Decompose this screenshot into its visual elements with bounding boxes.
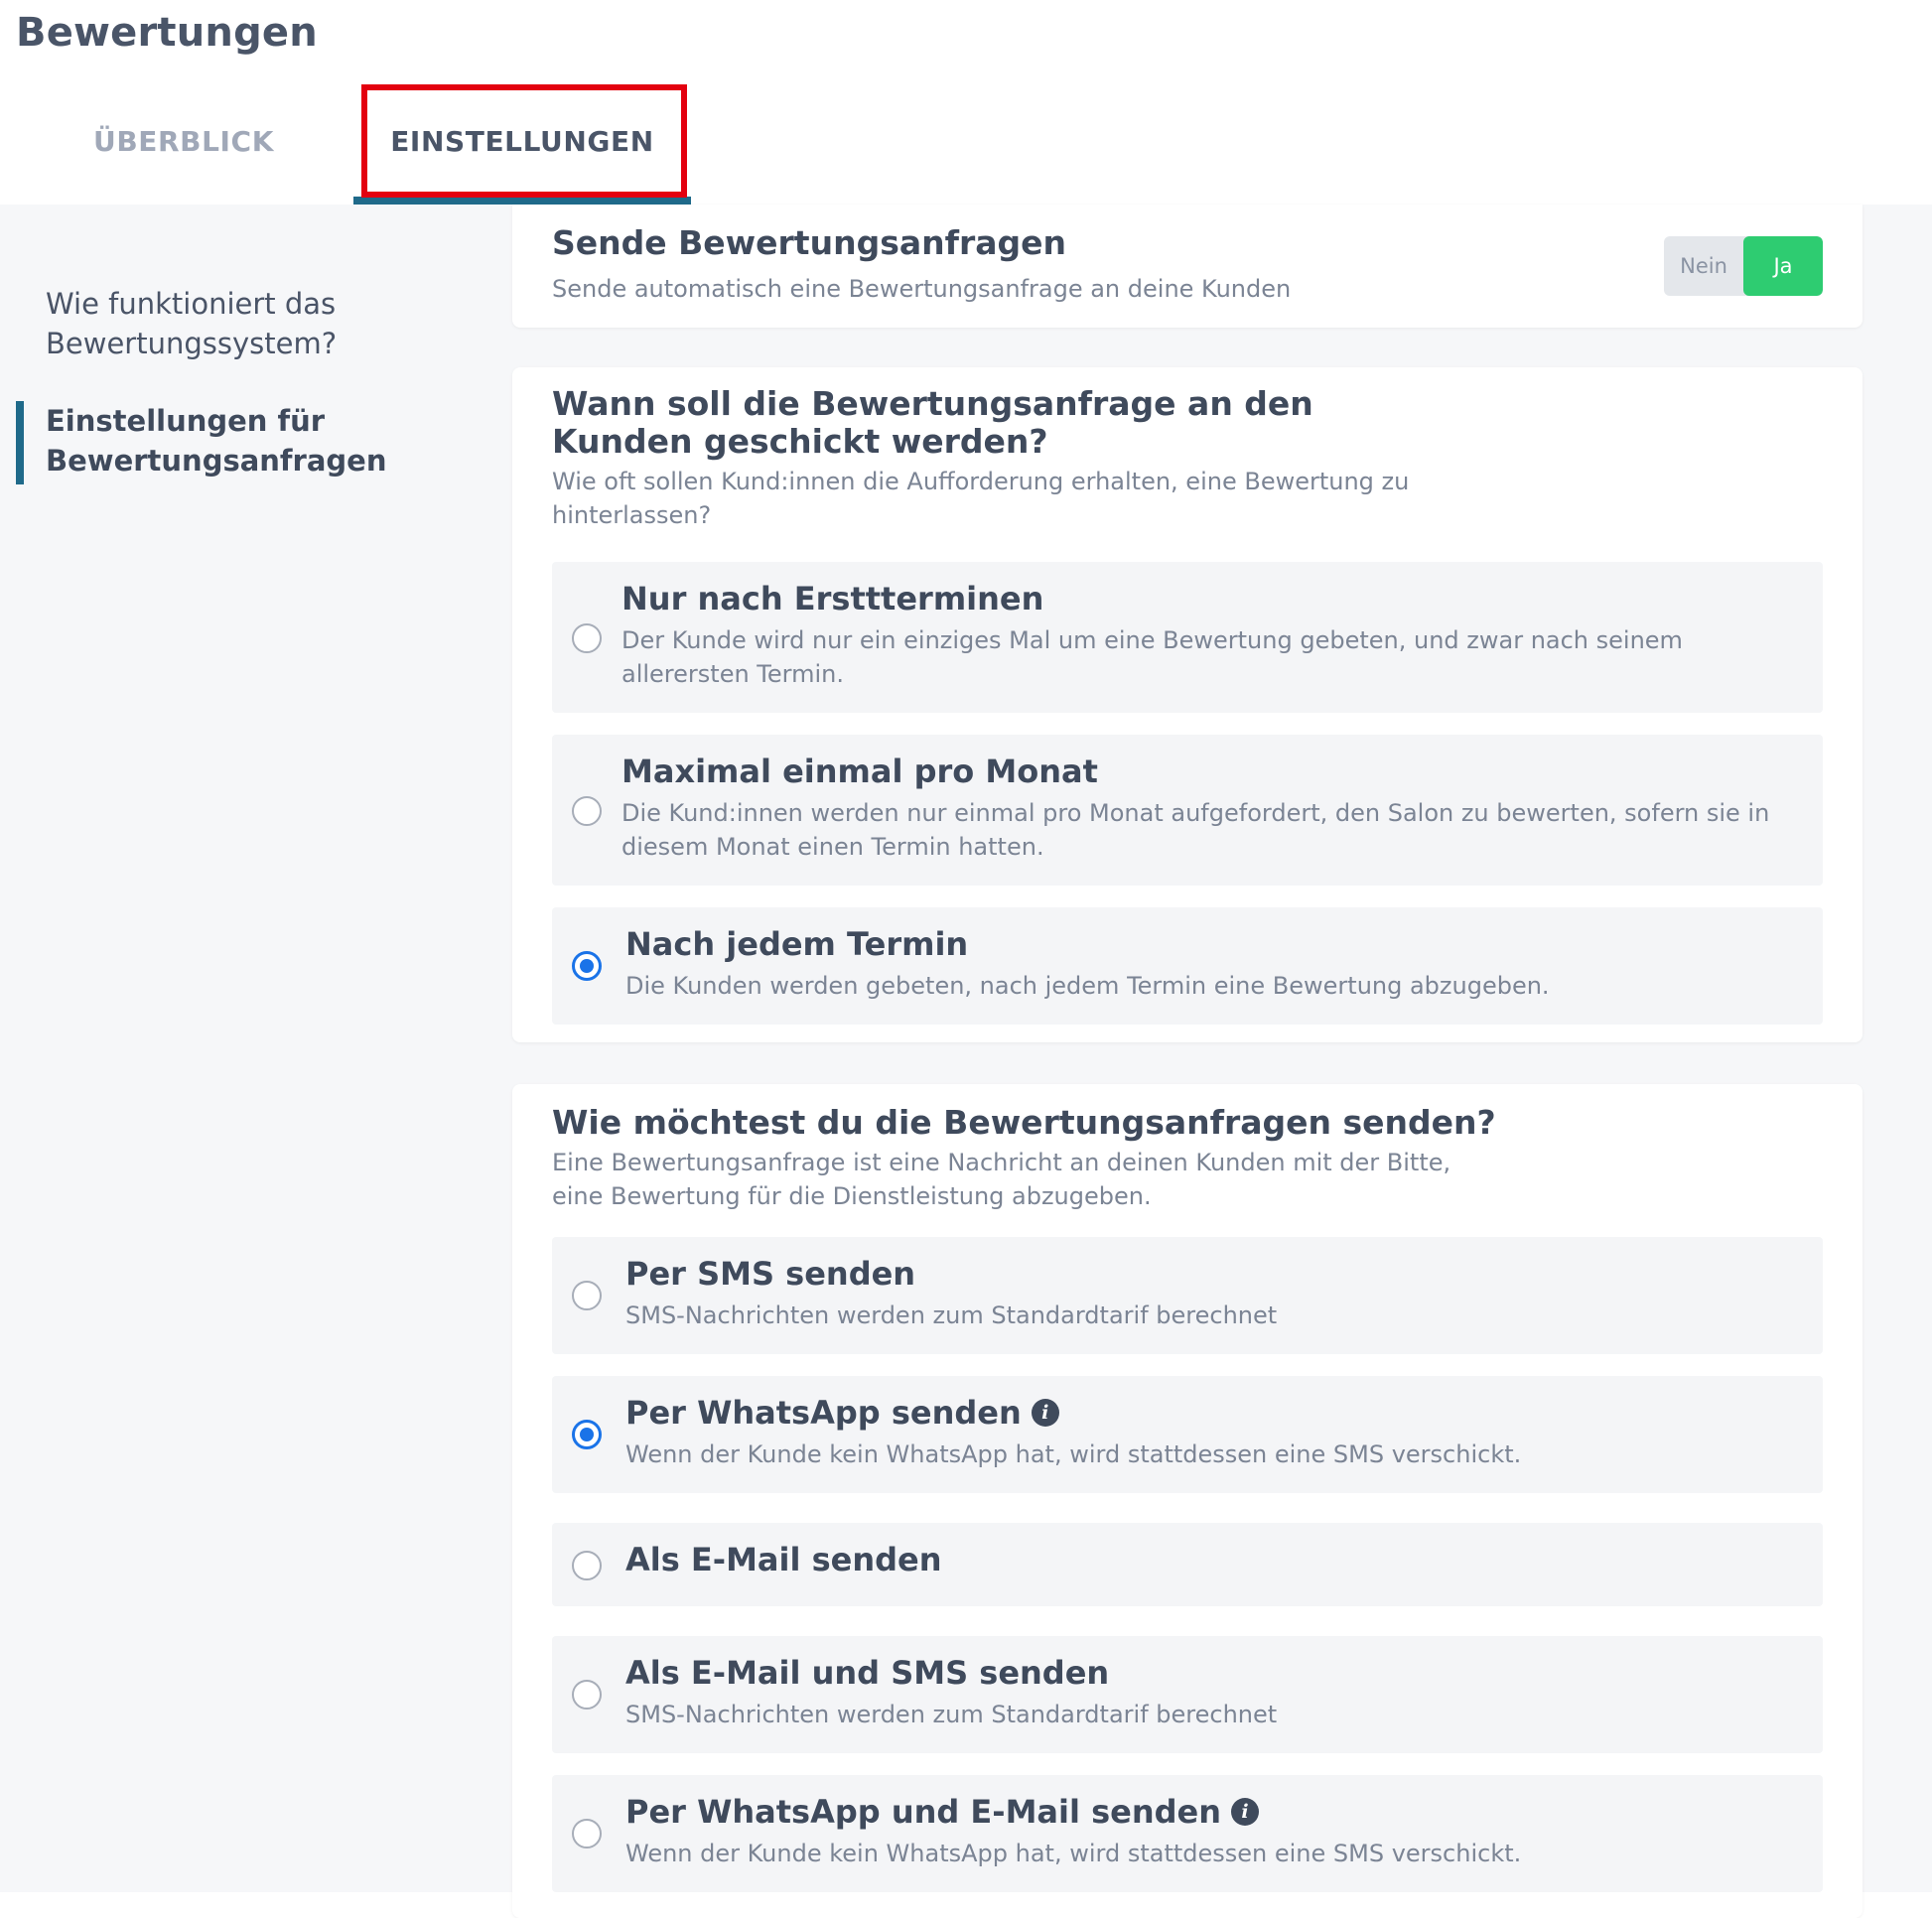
- how-option-whatsapp[interactable]: Per WhatsApp senden i Wenn der Kunde kei…: [552, 1376, 1823, 1493]
- option-title: Als E-Mail und SMS senden: [625, 1654, 1110, 1692]
- how-title: Wie möchtest du die Bewertungsanfragen s…: [552, 1103, 1496, 1142]
- option-desc: Wenn der Kunde kein WhatsApp hat, wird s…: [625, 1840, 1522, 1867]
- option-desc: SMS-Nachrichten werden zum Standardtarif…: [625, 1701, 1278, 1728]
- how-option-whatsapp-email[interactable]: Per WhatsApp und E-Mail senden i Wenn de…: [552, 1775, 1823, 1892]
- how-subtitle: Eine Bewertungsanfrage ist eine Nachrich…: [552, 1149, 1451, 1210]
- option-title: Nach jedem Termin: [625, 925, 969, 963]
- when-option-first-appointment[interactable]: Nur nach Ersttterminen Der Kunde wird nu…: [552, 562, 1823, 713]
- tab-bar: ÜBERBLICK EINSTELLUNGEN: [0, 77, 1932, 205]
- radio-unchecked[interactable]: [572, 1819, 602, 1849]
- tab-overview[interactable]: ÜBERBLICK: [40, 77, 328, 205]
- option-desc: Die Kunden werden gebeten, nach jedem Te…: [625, 972, 1550, 1000]
- radio-unchecked[interactable]: [572, 623, 602, 653]
- how-card: Wie möchtest du die Bewertungsanfragen s…: [512, 1084, 1863, 1918]
- active-tab-indicator: [353, 197, 691, 205]
- side-nav-active-indicator: [16, 401, 24, 484]
- radio-unchecked[interactable]: [572, 796, 602, 826]
- option-title: Als E-Mail senden: [625, 1541, 942, 1578]
- when-option-monthly[interactable]: Maximal einmal pro Monat Die Kund:innen …: [552, 735, 1823, 886]
- radio-unchecked[interactable]: [572, 1551, 602, 1580]
- option-desc: Die Kund:innen werden nur einmal pro Mon…: [621, 799, 1770, 861]
- option-title: Nur nach Ersttterminen: [621, 580, 1044, 617]
- when-card: Wann soll die Bewertungsanfrage an den K…: [512, 367, 1863, 1042]
- send-requests-card: Sende Bewertungsanfragen Sende automatis…: [512, 205, 1863, 328]
- option-desc: SMS-Nachrichten werden zum Standardtarif…: [625, 1302, 1278, 1329]
- how-option-sms[interactable]: Per SMS senden SMS-Nachrichten werden zu…: [552, 1237, 1823, 1354]
- when-title: Wann soll die Bewertungsanfrage an den K…: [552, 384, 1313, 461]
- toggle-yes-option[interactable]: Ja: [1743, 236, 1823, 296]
- option-title: Maximal einmal pro Monat: [621, 753, 1098, 790]
- option-desc: Wenn der Kunde kein WhatsApp hat, wird s…: [625, 1440, 1522, 1468]
- send-requests-toggle[interactable]: Nein Ja: [1664, 236, 1823, 296]
- page-title: Bewertungen: [16, 10, 318, 56]
- option-title-text: Per WhatsApp senden: [625, 1394, 1022, 1432]
- tab-settings[interactable]: EINSTELLUNGEN: [353, 77, 691, 205]
- radio-checked[interactable]: [572, 1420, 602, 1449]
- send-requests-title: Sende Bewertungsanfragen: [552, 223, 1066, 262]
- option-title: Per WhatsApp und E-Mail senden i: [625, 1793, 1259, 1831]
- radio-unchecked[interactable]: [572, 1680, 602, 1710]
- side-nav-item-request-settings[interactable]: Einstellungen für Bewertungsanfragen: [46, 401, 443, 480]
- how-option-email[interactable]: Als E-Mail senden: [552, 1523, 1823, 1606]
- toggle-no-option[interactable]: Nein: [1664, 236, 1743, 296]
- radio-unchecked[interactable]: [572, 1281, 602, 1310]
- how-option-email-sms[interactable]: Als E-Mail und SMS senden SMS-Nachrichte…: [552, 1636, 1823, 1753]
- option-desc: Der Kunde wird nur ein einziges Mal um e…: [621, 626, 1683, 688]
- when-option-every-appointment[interactable]: Nach jedem Termin Die Kunden werden gebe…: [552, 907, 1823, 1025]
- content-area: Wie funktioniert das Bewertungssystem? E…: [0, 205, 1932, 1918]
- when-subtitle: Wie oft sollen Kund:innen die Aufforderu…: [552, 468, 1410, 529]
- radio-checked[interactable]: [572, 951, 602, 981]
- side-nav-item-how-it-works[interactable]: Wie funktioniert das Bewertungssystem?: [46, 284, 443, 363]
- option-title: Per SMS senden: [625, 1255, 916, 1293]
- option-title: Per WhatsApp senden i: [625, 1394, 1059, 1432]
- send-requests-subtitle: Sende automatisch eine Bewertungsanfrage…: [552, 275, 1292, 303]
- option-title-text: Per WhatsApp und E-Mail senden: [625, 1793, 1221, 1831]
- info-icon[interactable]: i: [1031, 1399, 1059, 1427]
- tab-settings-label: EINSTELLUNGEN: [390, 124, 654, 158]
- info-icon[interactable]: i: [1231, 1798, 1259, 1826]
